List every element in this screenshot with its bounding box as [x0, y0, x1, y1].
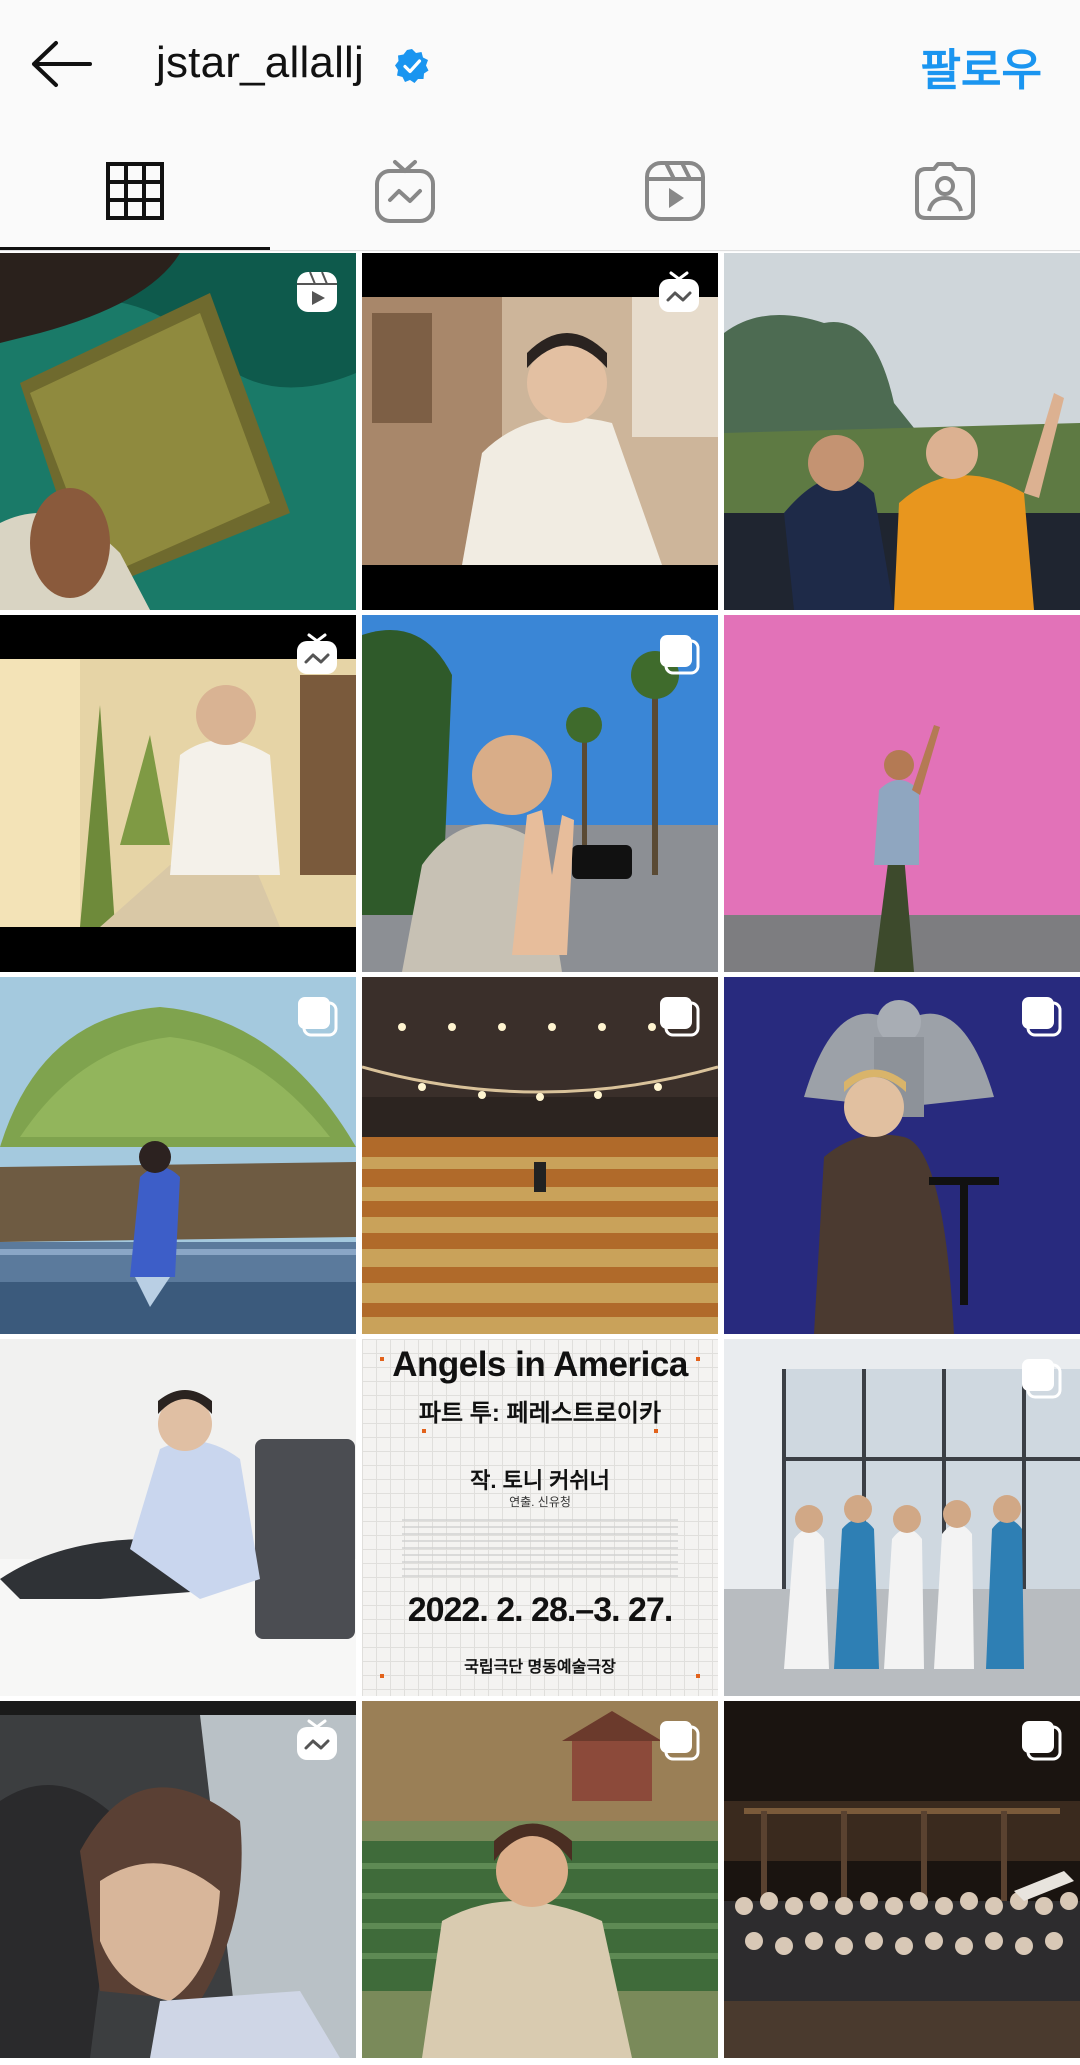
poster-date: 2022. 2. 28.–3. 27. — [407, 1591, 674, 1629]
igtv-badge-icon — [659, 271, 699, 312]
carousel-badge-icon — [1022, 997, 1062, 1037]
back-arrow-icon — [32, 41, 92, 87]
poster-tick — [696, 1357, 700, 1361]
post-thumbnail[interactable] — [0, 1339, 356, 1696]
post-thumbnail[interactable] — [724, 615, 1080, 972]
post-thumbnail[interactable] — [0, 253, 356, 610]
tab-grid[interactable] — [0, 130, 270, 252]
poster-tick — [380, 1357, 384, 1361]
post-thumbnail[interactable] — [0, 615, 356, 972]
post-image — [0, 1339, 356, 1696]
tab-tagged[interactable] — [810, 130, 1080, 252]
poster-subtitle: 파트 투: 페레스트로이카 — [418, 1400, 662, 1427]
reels-icon — [645, 161, 705, 221]
post-thumbnail[interactable] — [362, 615, 718, 972]
post-thumbnail[interactable] — [724, 253, 1080, 610]
reels-badge-icon — [297, 271, 337, 312]
post-thumbnail[interactable] — [0, 1701, 356, 2058]
carousel-badge-icon — [660, 1721, 700, 1761]
post-thumbnail[interactable] — [362, 1701, 718, 2058]
carousel-badge-icon — [1022, 1721, 1062, 1761]
verified-badge-icon — [395, 49, 429, 83]
post-thumbnail[interactable] — [362, 253, 718, 610]
poster-cast-list — [402, 1519, 678, 1581]
tab-divider — [0, 250, 1080, 251]
tab-igtv[interactable] — [270, 130, 540, 252]
post-image — [724, 253, 1080, 610]
back-button[interactable] — [22, 26, 102, 102]
igtv-badge-icon — [297, 1719, 337, 1760]
post-thumbnail[interactable] — [362, 977, 718, 1334]
carousel-badge-icon — [660, 635, 700, 675]
grid-icon — [106, 162, 164, 220]
carousel-badge-icon — [660, 997, 700, 1037]
igtv-badge-icon — [297, 633, 337, 674]
tagged-user-icon — [915, 162, 975, 220]
poster-tick — [422, 1429, 426, 1433]
carousel-badge-icon — [298, 997, 338, 1037]
poster-author: 작. 토니 커쉬너 — [470, 1468, 610, 1493]
post-thumbnail[interactable] — [0, 977, 356, 1334]
follow-button[interactable]: 팔로우 — [921, 34, 1042, 98]
carousel-badge-icon — [1022, 1359, 1062, 1399]
tab-reels[interactable] — [540, 130, 810, 252]
poster-tick — [654, 1429, 658, 1433]
top-bar: jstar_allallj 팔로우 — [0, 0, 1080, 130]
poster-title: Angels in America — [392, 1345, 688, 1384]
igtv-icon — [375, 160, 435, 223]
post-thumbnail[interactable] — [724, 1339, 1080, 1696]
profile-tab-bar — [0, 130, 1080, 252]
post-thumbnail[interactable] — [724, 1701, 1080, 2058]
poster-tick — [380, 1674, 384, 1678]
play-poster: Angels in America 파트 투: 페레스트로이카 작. 토니 커쉬… — [362, 1339, 718, 1696]
post-thumbnail[interactable]: Angels in America 파트 투: 페레스트로이카 작. 토니 커쉬… — [362, 1339, 718, 1696]
post-thumbnail[interactable] — [724, 977, 1080, 1334]
poster-director: 연출. 신유청 — [509, 1495, 571, 1509]
poster-venue: 국립극단 명동예술극장 — [464, 1659, 616, 1676]
poster-tick — [696, 1674, 700, 1678]
profile-username: jstar_allallj — [156, 38, 365, 87]
post-image — [724, 615, 1080, 972]
